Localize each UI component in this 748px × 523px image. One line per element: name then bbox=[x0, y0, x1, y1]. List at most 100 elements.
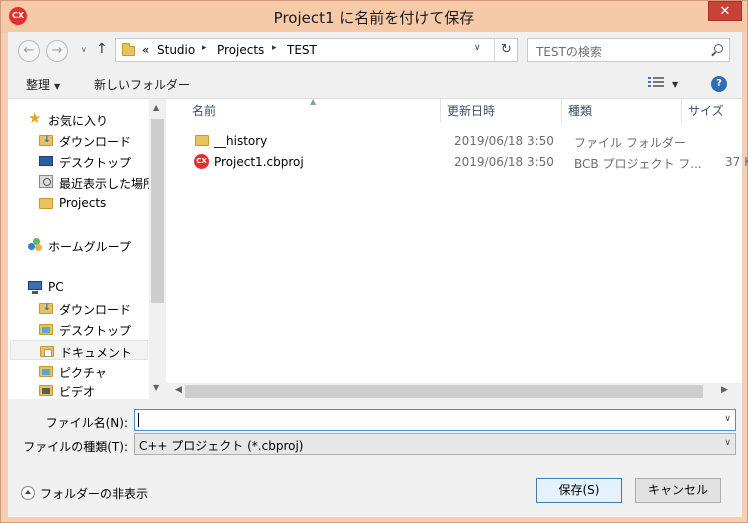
star-icon: ★ bbox=[28, 109, 42, 127]
file-modified: 2019/06/18 3:50 bbox=[454, 155, 554, 169]
sidebar-item-documents[interactable]: ドキュメント bbox=[10, 340, 148, 360]
cancel-button[interactable]: キャンセル bbox=[635, 478, 721, 503]
organize-label: 整理 bbox=[26, 78, 51, 92]
folder-icon bbox=[195, 135, 209, 146]
forward-button[interactable]: → bbox=[46, 40, 68, 62]
save-button[interactable]: 保存(S) bbox=[536, 478, 622, 503]
sidebar-item-downloads[interactable]: ダウンロード bbox=[8, 130, 149, 150]
sidebar-scrollbar[interactable]: ▲ ▼ bbox=[149, 99, 166, 400]
homegroup-icon bbox=[28, 238, 42, 251]
collapse-icon bbox=[21, 486, 35, 500]
view-options-icon[interactable] bbox=[648, 77, 664, 89]
sidebar-item-label: ホームグループ bbox=[48, 240, 131, 254]
close-button[interactable]: ✕ bbox=[708, 1, 742, 21]
column-header-size[interactable]: サイズ bbox=[682, 99, 742, 123]
scroll-down-icon[interactable]: ▼ bbox=[153, 383, 159, 392]
file-modified: 2019/06/18 3:50 bbox=[454, 134, 554, 148]
sidebar-item-label: ドキュメント bbox=[60, 346, 133, 360]
file-type: ファイル フォルダー bbox=[574, 136, 686, 150]
recent-locations-dropdown[interactable]: ∨ bbox=[81, 45, 87, 54]
sidebar-item-label: 最近表示した場所 bbox=[59, 177, 156, 191]
file-row[interactable]: __history 2019/06/18 3:50 ファイル フォルダー bbox=[186, 131, 746, 151]
filename-label: ファイル名(N): bbox=[45, 416, 128, 430]
file-row[interactable]: CX Project1.cbproj 2019/06/18 3:50 BCB プ… bbox=[186, 152, 748, 172]
chevron-down-icon: ▼ bbox=[54, 82, 61, 91]
breadcrumb-overflow[interactable]: « bbox=[142, 43, 149, 57]
hide-folders-label: フォルダーの非表示 bbox=[40, 487, 149, 501]
filetype-select[interactable]: C++ プロジェクト (*.cbproj) ∨ bbox=[134, 433, 736, 455]
chevron-down-icon[interactable]: ▼ bbox=[672, 80, 678, 89]
sidebar-item-pc-desktop[interactable]: デスクトップ bbox=[8, 319, 149, 339]
file-name: __history bbox=[214, 134, 268, 148]
dialog-client: ← → ∨ ↑ « Studio ▸ Projects ▸ TEST ∨ ↻ T… bbox=[8, 32, 748, 517]
breadcrumb-test[interactable]: TEST bbox=[287, 43, 317, 57]
save-as-dialog: CX Project1 に名前を付けて保存 ✕ ← → ∨ ↑ « Studio… bbox=[0, 0, 748, 523]
column-header-modified[interactable]: 更新日時 bbox=[441, 99, 561, 123]
sidebar-item-label: お気に入り bbox=[48, 114, 109, 128]
sidebar-item-label: ピクチャ bbox=[59, 366, 107, 380]
sidebar-item-label: PC bbox=[48, 280, 64, 294]
sidebar-item-desktop[interactable]: デスクトップ bbox=[8, 151, 149, 171]
sidebar-item-pictures[interactable]: ピクチャ bbox=[8, 361, 149, 381]
address-bar[interactable]: « Studio ▸ Projects ▸ TEST ∨ ↻ bbox=[115, 38, 518, 62]
sidebar-item-label: デスクトップ bbox=[59, 156, 132, 170]
breadcrumb-studio[interactable]: Studio bbox=[157, 43, 195, 57]
sidebar-item-pc-downloads[interactable]: ダウンロード bbox=[8, 298, 149, 318]
documents-folder-icon bbox=[40, 346, 54, 357]
chevron-down-icon: ∨ bbox=[724, 438, 731, 448]
refresh-icon[interactable]: ↻ bbox=[494, 39, 518, 61]
cbproj-file-icon: CX bbox=[194, 154, 209, 169]
sidebar-item-label: ダウンロード bbox=[59, 135, 132, 149]
scroll-left-icon[interactable]: ◀ bbox=[175, 385, 182, 395]
pictures-folder-icon bbox=[39, 366, 53, 377]
sidebar-item-label: ダウンロード bbox=[59, 303, 132, 317]
filetype-label: ファイルの種類(T): bbox=[23, 440, 128, 454]
help-icon[interactable]: ? bbox=[711, 76, 727, 92]
sidebar-item-pc[interactable]: PC bbox=[8, 277, 149, 297]
column-header-type[interactable]: 種類 bbox=[562, 99, 681, 123]
search-icon[interactable] bbox=[714, 44, 723, 53]
desktop-folder-icon bbox=[39, 324, 53, 335]
file-name: Project1.cbproj bbox=[214, 155, 304, 169]
filename-input[interactable]: ∨ bbox=[134, 409, 736, 431]
scrollbar-thumb[interactable] bbox=[185, 385, 703, 398]
window-title: Project1 に名前を付けて保存 bbox=[273, 9, 475, 27]
breadcrumb-separator-icon[interactable]: ▸ bbox=[272, 43, 277, 53]
file-type: BCB プロジェクト フ... bbox=[574, 157, 702, 171]
folder-icon bbox=[122, 43, 135, 56]
sidebar-item-favorites[interactable]: ★ お気に入り bbox=[8, 109, 149, 129]
scrollbar-thumb[interactable] bbox=[151, 119, 164, 303]
file-size: 37 K bbox=[725, 155, 748, 169]
search-placeholder: TESTの検索 bbox=[536, 45, 602, 59]
column-header-name[interactable]: 名前 bbox=[186, 99, 440, 123]
breadcrumb-projects[interactable]: Projects bbox=[217, 43, 264, 57]
file-list[interactable]: ▲ 名前 更新日時 種類 サイズ __history 2019/06/18 3:… bbox=[166, 97, 748, 400]
recent-places-icon bbox=[39, 175, 53, 188]
download-folder-icon bbox=[39, 303, 53, 314]
back-button[interactable]: ← bbox=[18, 40, 40, 62]
folder-icon bbox=[39, 198, 53, 209]
search-box[interactable]: TESTの検索 bbox=[527, 38, 730, 62]
sidebar-item-homegroup[interactable]: ホームグループ bbox=[8, 235, 149, 255]
scroll-up-icon[interactable]: ▲ bbox=[153, 103, 159, 112]
desktop-icon bbox=[39, 156, 53, 166]
organize-button[interactable]: 整理 ▼ bbox=[26, 76, 60, 93]
navigation-pane[interactable]: ★ お気に入り ダウンロード デスクトップ 最近表示した場所 Projects bbox=[8, 98, 166, 400]
up-one-level-button[interactable]: ↑ bbox=[96, 41, 108, 57]
sidebar-item-projects[interactable]: Projects bbox=[8, 193, 149, 213]
sidebar-item-recent-places[interactable]: 最近表示した場所 bbox=[8, 172, 155, 192]
pc-icon bbox=[28, 281, 42, 294]
sidebar-item-videos[interactable]: ビデオ bbox=[8, 380, 149, 398]
videos-folder-icon bbox=[39, 385, 53, 396]
address-dropdown-icon[interactable]: ∨ bbox=[474, 43, 481, 53]
new-folder-button[interactable]: 新しいフォルダー bbox=[94, 76, 190, 93]
breadcrumb-separator-icon[interactable]: ▸ bbox=[202, 43, 207, 53]
text-caret bbox=[138, 413, 139, 427]
filetype-value: C++ プロジェクト (*.cbproj) bbox=[139, 439, 304, 453]
title-bar[interactable]: CX Project1 に名前を付けて保存 ✕ bbox=[1, 1, 747, 33]
scroll-right-icon[interactable]: ▶ bbox=[721, 385, 728, 395]
chevron-down-icon[interactable]: ∨ bbox=[724, 414, 731, 424]
file-list-hscrollbar[interactable]: ◀ ▶ bbox=[166, 383, 742, 400]
sidebar-item-label: デスクトップ bbox=[59, 324, 132, 338]
command-bar: 整理 ▼ 新しいフォルダー ▼ ? bbox=[8, 70, 742, 98]
